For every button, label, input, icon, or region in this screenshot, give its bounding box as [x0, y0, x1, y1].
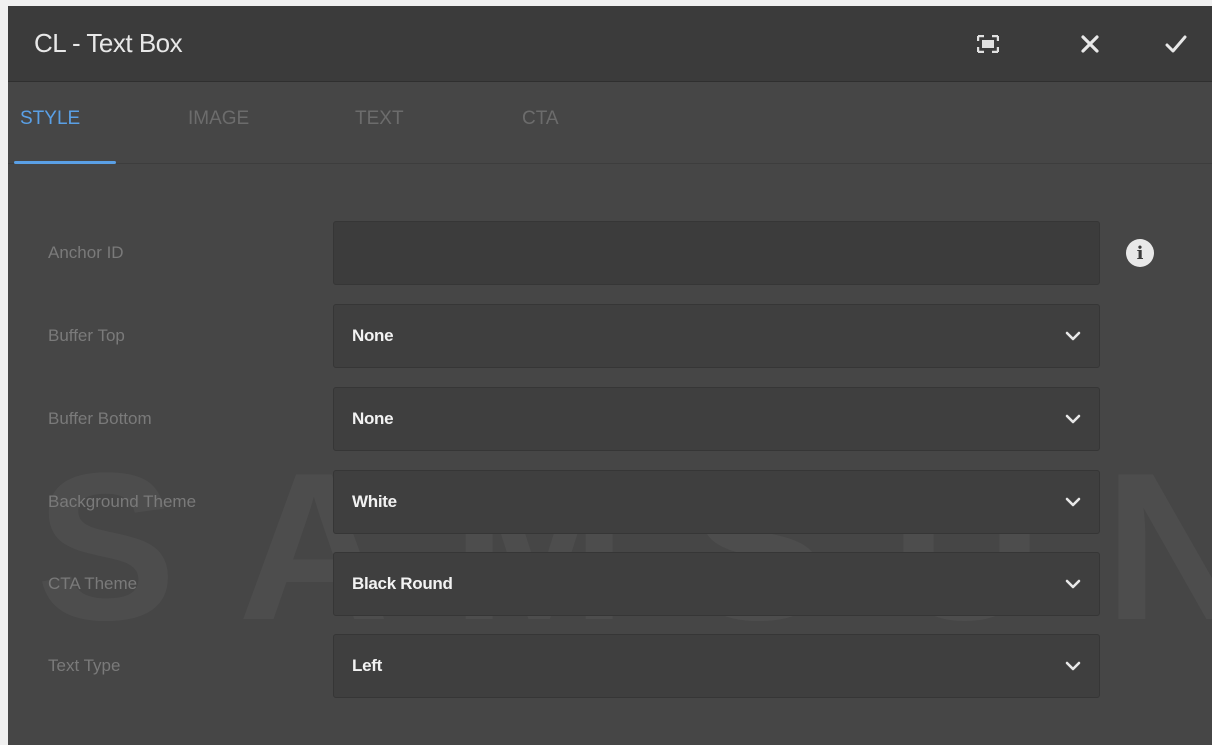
- buffer-top-value: None: [352, 326, 394, 345]
- confirm-button[interactable]: [1156, 24, 1196, 64]
- fullscreen-icon: [977, 35, 999, 53]
- text-type-value: Left: [352, 656, 382, 675]
- dialog: CL - Text Box STYLE IMAGE TEXT CTA Ancho…: [8, 6, 1212, 745]
- background-theme-label: Background Theme: [48, 492, 197, 511]
- cta-theme-label: CTA Theme: [48, 574, 138, 593]
- buffer-bottom-select[interactable]: None: [333, 387, 1100, 451]
- form-row-anchor-id: Anchor ID i: [8, 221, 1212, 285]
- close-button[interactable]: [1070, 24, 1110, 64]
- dialog-header: CL - Text Box: [8, 6, 1212, 82]
- chevron-down-icon: [1065, 577, 1081, 595]
- tab-style[interactable]: STYLE: [20, 108, 80, 130]
- chevron-down-icon: [1065, 329, 1081, 347]
- buffer-top-label: Buffer Top: [48, 326, 125, 345]
- form-row-background-theme: Background Theme White: [8, 470, 1212, 534]
- dialog-title: CL - Text Box: [34, 28, 183, 58]
- form-row-text-type: Text Type Left: [8, 634, 1212, 698]
- tab-image[interactable]: IMAGE: [188, 108, 249, 130]
- chevron-down-icon: [1065, 412, 1081, 430]
- background-theme-value: White: [352, 492, 397, 511]
- buffer-bottom-value: None: [352, 409, 394, 428]
- buffer-top-select[interactable]: None: [333, 304, 1100, 368]
- anchor-id-input[interactable]: [333, 221, 1100, 285]
- tab-bar: STYLE IMAGE TEXT CTA: [8, 82, 1212, 164]
- checkmark-icon: [1165, 35, 1187, 53]
- form-row-buffer-bottom: Buffer Bottom None: [8, 387, 1212, 451]
- fullscreen-button[interactable]: [968, 24, 1008, 64]
- chevron-down-icon: [1065, 659, 1081, 677]
- cta-theme-select[interactable]: Black Round: [333, 552, 1100, 616]
- samsung-watermark: SAMSUNG: [36, 426, 1212, 668]
- close-icon: [1081, 35, 1099, 53]
- cta-theme-value: Black Round: [352, 574, 453, 593]
- active-tab-indicator: [14, 161, 116, 164]
- tab-cta[interactable]: CTA: [522, 108, 559, 130]
- info-icon[interactable]: i: [1126, 239, 1154, 267]
- buffer-bottom-label: Buffer Bottom: [48, 409, 152, 428]
- text-type-select[interactable]: Left: [333, 634, 1100, 698]
- anchor-id-label: Anchor ID: [48, 243, 124, 262]
- form-row-cta-theme: CTA Theme Black Round: [8, 552, 1212, 616]
- chevron-down-icon: [1065, 495, 1081, 513]
- text-type-label: Text Type: [48, 656, 121, 675]
- tab-text[interactable]: TEXT: [355, 108, 404, 130]
- form-row-buffer-top: Buffer Top None: [8, 304, 1212, 368]
- background-theme-select[interactable]: White: [333, 470, 1100, 534]
